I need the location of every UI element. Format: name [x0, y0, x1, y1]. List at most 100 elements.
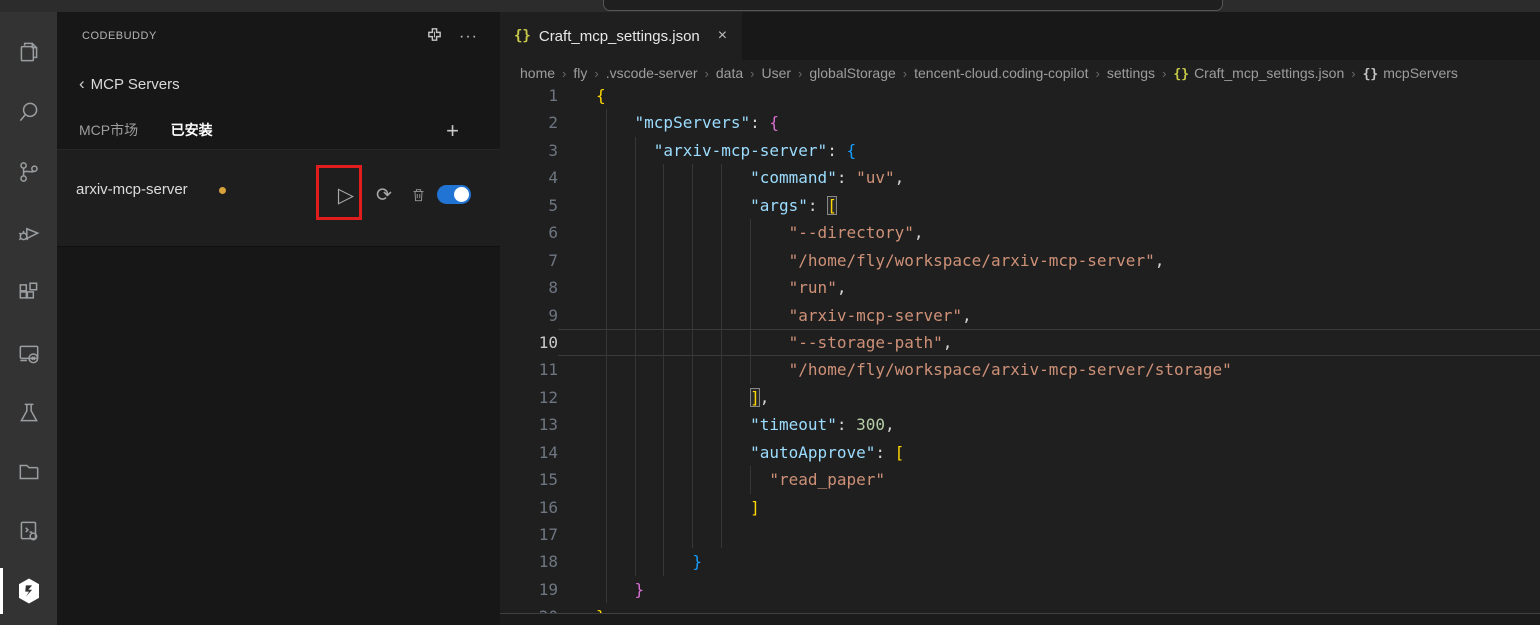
source-control-icon[interactable] [0, 148, 57, 196]
breadcrumb-item[interactable]: tencent-cloud.coding-copilot [914, 65, 1088, 81]
indent-guide [750, 219, 751, 246]
annotation-red-box [316, 165, 362, 220]
indent-guide [663, 466, 664, 493]
indent-guide [750, 466, 751, 493]
close-tab-icon[interactable]: × [718, 27, 727, 45]
folder-icon[interactable] [0, 448, 57, 496]
explorer-icon[interactable] [0, 28, 57, 76]
indent-guide [663, 192, 664, 219]
remote-explorer-icon[interactable] [0, 330, 57, 378]
line-number: 17 [500, 521, 558, 548]
breadcrumb-item[interactable]: {}Craft_mcp_settings.json [1173, 65, 1344, 82]
code-runner-icon[interactable] [0, 507, 57, 555]
code-line[interactable]: 18 } [500, 548, 1540, 575]
indent-guide [721, 329, 722, 356]
indent-guide [606, 329, 607, 356]
code-line[interactable]: 4 "command": "uv", [500, 164, 1540, 191]
tab-installed[interactable]: 已安装 [171, 120, 213, 140]
editor-tab[interactable]: {} Craft_mcp_settings.json × [500, 12, 742, 60]
breadcrumb-item[interactable]: globalStorage [809, 65, 895, 81]
more-actions-icon[interactable]: ··· [459, 28, 478, 46]
breadcrumb-item[interactable]: data [716, 65, 743, 81]
breadcrumb-separator-icon: › [1351, 66, 1355, 81]
object-braces-icon: {} [1363, 67, 1379, 82]
code-line[interactable]: 11 "/home/fly/workspace/arxiv-mcp-server… [500, 356, 1540, 383]
line-number: 16 [500, 494, 558, 521]
json-braces-icon: {} [1173, 67, 1189, 82]
indent-guide [635, 302, 636, 329]
tab-mcp-market[interactable]: MCP市场 [79, 120, 138, 140]
breadcrumb-item[interactable]: {}mcpServers [1363, 65, 1458, 82]
title-bar [0, 0, 1540, 12]
indent-guide [721, 384, 722, 411]
indent-guide [750, 247, 751, 274]
indent-guide [663, 548, 664, 575]
back-to-mcp-servers[interactable]: ‹MCP Servers [79, 74, 180, 94]
server-list-item[interactable]: arxiv-mcp-server ▷ ⟳ [57, 150, 500, 247]
code-line[interactable]: 20} [500, 603, 1540, 613]
search-icon[interactable] [0, 88, 57, 136]
indent-guide [663, 302, 664, 329]
indent-guide [721, 466, 722, 493]
breadcrumb-separator-icon: › [798, 66, 802, 81]
indent-guide [692, 164, 693, 191]
code-line[interactable]: 19 } [500, 576, 1540, 603]
code-line[interactable]: 14 "autoApprove": [ [500, 439, 1540, 466]
indent-guide [635, 384, 636, 411]
refresh-server-button[interactable]: ⟳ [368, 170, 400, 220]
indent-guide [721, 411, 722, 438]
line-number: 8 [500, 274, 558, 301]
breadcrumb-separator-icon: › [1162, 66, 1166, 81]
code-line[interactable]: 5 "args": [ [500, 192, 1540, 219]
code-line[interactable]: 12 ], [500, 384, 1540, 411]
breadcrumb-separator-icon: › [594, 66, 598, 81]
breadcrumb-item[interactable]: User [761, 65, 791, 81]
indent-guide [606, 384, 607, 411]
server-name: arxiv-mcp-server [76, 181, 188, 198]
indent-guide [635, 329, 636, 356]
code-line[interactable]: 10 "--storage-path", [500, 329, 1540, 356]
line-number: 3 [500, 137, 558, 164]
extensions-icon[interactable] [0, 269, 57, 317]
indent-guide [721, 274, 722, 301]
codebuddy-icon[interactable] [0, 567, 57, 615]
indent-guide [635, 219, 636, 246]
code-line[interactable]: 16 ] [500, 494, 1540, 521]
testing-icon[interactable] [0, 389, 57, 437]
indent-guide [721, 192, 722, 219]
code-area[interactable]: 1{2 "mcpServers": {3 "arxiv-mcp-server":… [500, 82, 1540, 613]
tab-filename: Craft_mcp_settings.json [539, 28, 700, 45]
line-number: 4 [500, 164, 558, 191]
code-line[interactable]: 13 "timeout": 300, [500, 411, 1540, 438]
indent-guide [692, 439, 693, 466]
code-line[interactable]: 9 "arxiv-mcp-server", [500, 302, 1540, 329]
add-server-button[interactable]: + [446, 118, 459, 144]
indent-guide [606, 576, 607, 603]
enable-toggle[interactable] [437, 185, 471, 204]
code-line[interactable]: 8 "run", [500, 274, 1540, 301]
line-number: 10 [500, 329, 558, 356]
code-line[interactable]: 17 [500, 521, 1540, 548]
horizontal-scrollbar[interactable] [500, 613, 1540, 625]
indent-guide [606, 164, 607, 191]
delete-server-button[interactable] [402, 170, 434, 220]
codebuddy-sidebar: CODEBUDDY ··· ‹MCP Servers MCP市场 已安装 + a… [57, 12, 500, 625]
code-line[interactable]: 2 "mcpServers": { [500, 109, 1540, 136]
code-line[interactable]: 7 "/home/fly/workspace/arxiv-mcp-server"… [500, 247, 1540, 274]
command-center-searchbox[interactable] [603, 0, 1223, 11]
code-line[interactable]: 1{ [500, 82, 1540, 109]
line-number: 12 [500, 384, 558, 411]
breadcrumb-item[interactable]: .vscode-server [606, 65, 698, 81]
breadcrumb-item[interactable]: home [520, 65, 555, 81]
run-debug-icon[interactable] [0, 208, 57, 256]
codebuddy-clover-icon[interactable] [426, 26, 443, 48]
breadcrumb-item[interactable]: fly [573, 65, 587, 81]
breadcrumb-item[interactable]: settings [1107, 65, 1155, 81]
code-line[interactable]: 3 "arxiv-mcp-server": { [500, 137, 1540, 164]
indent-guide [663, 219, 664, 246]
indent-guide [635, 164, 636, 191]
breadcrumb-separator-icon: › [750, 66, 754, 81]
indent-guide [750, 329, 751, 356]
code-line[interactable]: 6 "--directory", [500, 219, 1540, 246]
code-line[interactable]: 15 "read_paper" [500, 466, 1540, 493]
